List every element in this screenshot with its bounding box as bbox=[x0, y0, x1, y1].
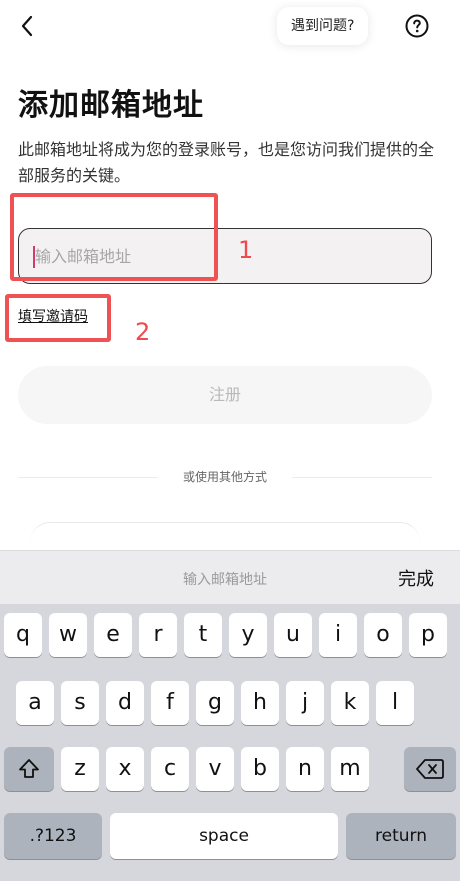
key-label: o bbox=[376, 622, 390, 647]
key-d[interactable]: d bbox=[106, 681, 144, 725]
page-title: 添加邮箱地址 bbox=[18, 88, 204, 123]
key-label: f bbox=[166, 690, 174, 715]
key-r[interactable]: r bbox=[139, 613, 177, 657]
key-i[interactable]: i bbox=[319, 613, 357, 657]
key-label: e bbox=[106, 622, 120, 647]
key-label: a bbox=[28, 690, 42, 715]
key-label: u bbox=[286, 622, 300, 647]
key-label: g bbox=[208, 690, 222, 715]
key-label: v bbox=[208, 756, 222, 781]
return-key[interactable]: return bbox=[346, 813, 456, 859]
key-label: k bbox=[343, 690, 357, 715]
key-y[interactable]: y bbox=[229, 613, 267, 657]
invite-code-link[interactable]: 填写邀请码 bbox=[18, 306, 88, 326]
back-chevron-icon[interactable] bbox=[14, 12, 42, 40]
key-z[interactable]: z bbox=[61, 747, 99, 791]
key-h[interactable]: h bbox=[241, 681, 279, 725]
keyboard-accessory-bar: 输入邮箱地址 完成 bbox=[0, 550, 460, 604]
key-w[interactable]: w bbox=[49, 613, 87, 657]
key-label: l bbox=[391, 690, 399, 715]
key-b[interactable]: b bbox=[241, 747, 279, 791]
key-label: x bbox=[118, 756, 132, 781]
key-label: c bbox=[163, 756, 177, 781]
email-input[interactable] bbox=[35, 229, 415, 283]
key-label: s bbox=[74, 690, 86, 715]
key-j[interactable]: j bbox=[286, 681, 324, 725]
numbers-key[interactable]: .?123 bbox=[4, 813, 102, 859]
key-label: q bbox=[16, 622, 30, 647]
key-m[interactable]: m bbox=[331, 747, 369, 791]
key-u[interactable]: u bbox=[274, 613, 312, 657]
annotation-label-1: 1 bbox=[238, 236, 254, 264]
key-label: w bbox=[59, 622, 77, 647]
page-description: 此邮箱地址将成为您的登录账号，也是您访问我们提供的全部服务的关键。 bbox=[18, 140, 435, 185]
question-circle-icon[interactable] bbox=[405, 14, 429, 38]
annotation-label-2: 2 bbox=[135, 318, 151, 346]
key-o[interactable]: o bbox=[364, 613, 402, 657]
key-g[interactable]: g bbox=[196, 681, 234, 725]
key-label: r bbox=[153, 622, 163, 647]
key-label: y bbox=[241, 622, 255, 647]
other-methods-label: 或使用其他方式 bbox=[182, 470, 267, 484]
email-field[interactable] bbox=[18, 228, 432, 284]
accessory-placeholder: 输入邮箱地址 bbox=[183, 572, 267, 588]
key-p[interactable]: p bbox=[409, 613, 447, 657]
space-key-label: space bbox=[199, 826, 249, 846]
key-t[interactable]: t bbox=[184, 613, 222, 657]
right-edge-strip bbox=[460, 0, 468, 881]
key-v[interactable]: v bbox=[196, 747, 234, 791]
backspace-icon bbox=[416, 759, 444, 779]
register-button[interactable]: 注册 bbox=[18, 366, 432, 424]
key-f[interactable]: f bbox=[151, 681, 189, 725]
key-n[interactable]: n bbox=[286, 747, 324, 791]
key-label: n bbox=[298, 756, 312, 781]
key-label: i bbox=[334, 622, 342, 647]
key-l[interactable]: l bbox=[376, 681, 414, 725]
key-label: b bbox=[253, 756, 267, 781]
shift-key[interactable] bbox=[4, 747, 54, 791]
help-button[interactable]: 遇到问题? bbox=[277, 7, 369, 45]
return-key-label: return bbox=[375, 826, 427, 846]
key-a[interactable]: a bbox=[16, 681, 54, 725]
shift-icon bbox=[19, 759, 39, 778]
key-label: d bbox=[118, 690, 132, 715]
keyboard: q w e r t y u i o p a s d f g h j k l z … bbox=[0, 604, 460, 881]
delete-key[interactable] bbox=[404, 747, 456, 791]
key-s[interactable]: s bbox=[61, 681, 99, 725]
key-label: t bbox=[198, 622, 208, 647]
key-e[interactable]: e bbox=[94, 613, 132, 657]
key-label: j bbox=[301, 690, 309, 715]
key-q[interactable]: q bbox=[4, 613, 42, 657]
done-button[interactable]: 完成 bbox=[398, 565, 434, 591]
key-x[interactable]: x bbox=[106, 747, 144, 791]
key-label: h bbox=[253, 690, 267, 715]
key-k[interactable]: k bbox=[331, 681, 369, 725]
space-key[interactable]: space bbox=[110, 813, 338, 859]
key-label: p bbox=[421, 622, 435, 647]
numbers-key-label: .?123 bbox=[29, 826, 77, 846]
key-label: z bbox=[74, 756, 86, 781]
key-label: m bbox=[339, 756, 361, 781]
key-c[interactable]: c bbox=[151, 747, 189, 791]
